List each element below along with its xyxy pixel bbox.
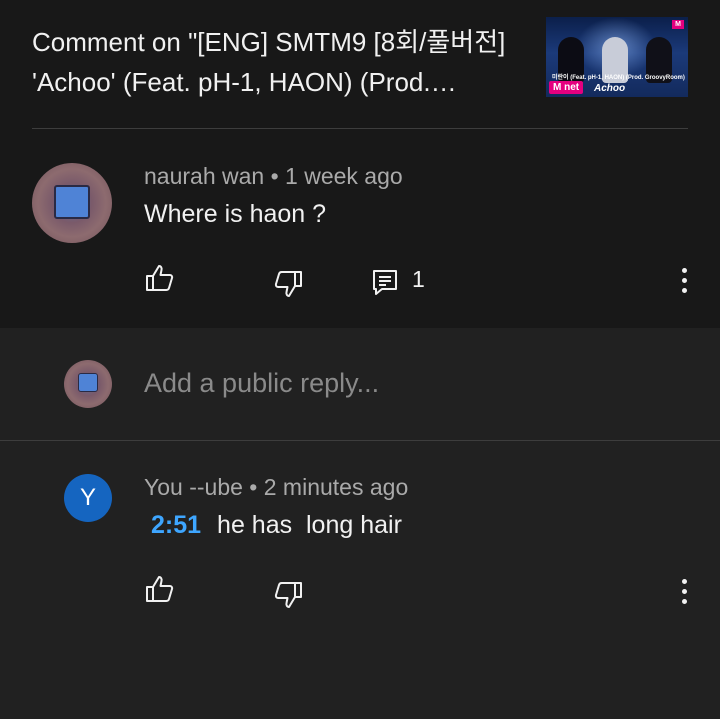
- avatar: [64, 360, 112, 408]
- thumbs-down-icon: [274, 271, 302, 297]
- reply-input[interactable]: Add a public reply...: [144, 368, 379, 399]
- like-button[interactable]: [144, 262, 176, 294]
- comment-time: 1 week ago: [285, 163, 403, 189]
- thumbs-up-icon: [146, 576, 174, 602]
- like-button[interactable]: [144, 573, 176, 605]
- thumbs-down-icon: [274, 582, 302, 608]
- avatar-photo-detail: [54, 185, 90, 219]
- reply-body: he has long hair: [217, 511, 402, 539]
- reply-button[interactable]: [370, 266, 402, 298]
- avatar[interactable]: [32, 163, 112, 243]
- mnet-logo: M net: [549, 81, 584, 94]
- divider: [0, 440, 720, 441]
- reply-count: 1: [412, 266, 425, 292]
- reply-time: 2 minutes ago: [263, 474, 409, 500]
- reply-meta: You --ube • 2 minutes ago: [144, 474, 408, 501]
- thumbnail-caption: 미란이 (Feat. pH-1, HAON) (Prod. GroovyRoom…: [552, 75, 685, 81]
- comment-icon: [373, 270, 397, 295]
- divider: [32, 128, 688, 129]
- more-vert-icon[interactable]: [679, 579, 689, 607]
- thumbs-up-icon: [146, 265, 174, 291]
- channel-badge: M: [672, 20, 684, 29]
- avatar-photo-detail: [78, 373, 98, 392]
- comment-author[interactable]: naurah wan: [144, 163, 264, 189]
- timestamp-link[interactable]: 2:51: [151, 511, 201, 539]
- meta-separator: •: [249, 474, 264, 500]
- reply-author[interactable]: You --ube: [144, 474, 243, 500]
- dislike-button[interactable]: [272, 268, 304, 300]
- avatar[interactable]: Y: [64, 474, 112, 522]
- more-vert-icon[interactable]: [679, 268, 689, 296]
- dislike-button[interactable]: [272, 579, 304, 611]
- comment-meta: naurah wan • 1 week ago: [144, 163, 403, 190]
- reply-text: 2:51 he has long hair: [151, 511, 402, 540]
- thumbnail-song-title: Achoo: [594, 83, 626, 94]
- video-thumbnail[interactable]: M 미란이 (Feat. pH-1, HAON) (Prod. GroovyRo…: [546, 17, 688, 97]
- meta-separator: •: [270, 163, 286, 189]
- page-title: Comment on "[ENG] SMTM9 [8회/풀버전] 'Achoo'…: [32, 27, 506, 97]
- comment-text: Where is haon ?: [144, 200, 327, 228]
